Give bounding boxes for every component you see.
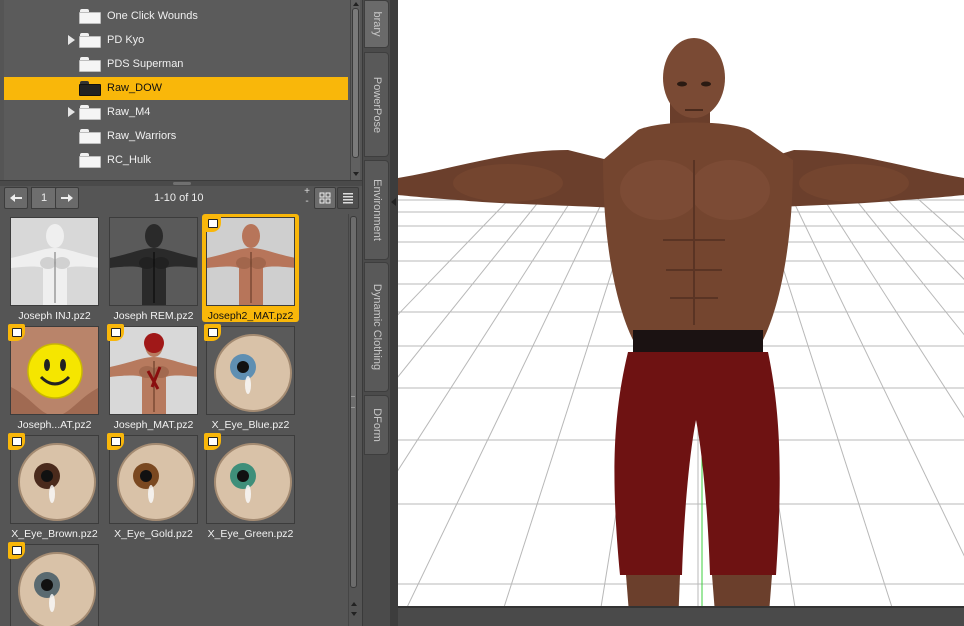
thumbnail-preview bbox=[206, 435, 295, 524]
side-tab-label: DForm bbox=[370, 408, 383, 442]
expand-arrow-icon[interactable] bbox=[68, 35, 75, 45]
folder-tree-item-label: One Click Wounds bbox=[107, 10, 198, 22]
prev-page-button[interactable] bbox=[4, 187, 28, 209]
folder-tree-item[interactable]: One Click Wounds bbox=[4, 5, 348, 28]
folder-tree-item[interactable]: Raw_Warriors bbox=[4, 125, 348, 148]
viewport-bottom-frame bbox=[398, 606, 964, 626]
page-number-field[interactable]: 1 bbox=[31, 187, 57, 209]
library-panel: One Click Wounds PD Kyo PDS Superman Raw_DO… bbox=[0, 0, 362, 626]
thumbnail-preview bbox=[10, 217, 99, 306]
folder-icon bbox=[79, 33, 101, 48]
folder-tree-item-label: Raw_M4 bbox=[107, 106, 151, 118]
pager-toolbar: 1 1-10 of 10 + - bbox=[4, 187, 360, 211]
folder-icon bbox=[79, 129, 101, 144]
side-tab[interactable]: DForm bbox=[364, 395, 389, 455]
thumbnail-label: Joseph_MAT.pz2 bbox=[113, 419, 194, 431]
thumbnail-item[interactable]: Joseph_MAT.pz2 bbox=[105, 323, 202, 431]
thumbnail-item[interactable]: X_Eye_Gold.pz2 bbox=[105, 432, 202, 540]
collapse-arrow-icon[interactable] bbox=[391, 198, 396, 206]
thumbnail-item[interactable] bbox=[6, 541, 103, 626]
panel-collapse-strip[interactable] bbox=[390, 0, 398, 626]
folder-tree-item[interactable]: Raw_M4 bbox=[4, 101, 348, 124]
thumbnail-preview bbox=[109, 435, 198, 524]
thumbnail-preview bbox=[10, 544, 99, 626]
folder-icon bbox=[79, 81, 101, 96]
side-tab-bar: brary PowerPose Environment Dynamic Clothin… bbox=[362, 0, 390, 626]
scroll-down-arrow-icon[interactable] bbox=[353, 172, 359, 176]
thumbnail-label: X_Eye_Brown.pz2 bbox=[11, 528, 98, 540]
folder-icon bbox=[79, 153, 101, 168]
folder-tree-item[interactable]: Raw_DOW bbox=[4, 77, 348, 100]
scroll-up-arrow-icon[interactable] bbox=[353, 2, 359, 6]
thumbnail-preview bbox=[206, 217, 295, 306]
page-count-label: 1-10 of 10 bbox=[154, 192, 204, 204]
scrollbar-grip[interactable] bbox=[351, 396, 355, 408]
viewport-scene bbox=[398, 38, 964, 626]
folder-tree-item-label: PD Kyo bbox=[107, 34, 145, 46]
thumbnail-item[interactable]: Joseph2_MAT.pz2 bbox=[202, 214, 299, 322]
thumbnail-label: Joseph...AT.pz2 bbox=[17, 419, 92, 431]
next-page-button[interactable] bbox=[55, 187, 79, 209]
thumbnail-label: Joseph INJ.pz2 bbox=[18, 310, 91, 322]
thumbnail-item[interactable]: Joseph...AT.pz2 bbox=[6, 323, 103, 431]
zoom-out-button[interactable]: - bbox=[302, 197, 312, 207]
folder-tree-item[interactable]: RC_Hulk bbox=[4, 149, 348, 172]
side-tab-label: PowerPose bbox=[370, 76, 383, 133]
side-tab-label: Environment bbox=[370, 179, 383, 241]
scroll-down-arrow-icon[interactable] bbox=[351, 612, 357, 616]
3d-viewport[interactable] bbox=[398, 0, 964, 626]
male-figure-model bbox=[398, 38, 964, 626]
list-view-button[interactable] bbox=[337, 187, 359, 209]
thumbnail-preview bbox=[10, 326, 99, 415]
thumbnail-item[interactable]: X_Eye_Blue.pz2 bbox=[202, 323, 299, 431]
folder-tree-item-label: Raw_DOW bbox=[107, 82, 163, 94]
list-view-icon bbox=[343, 193, 353, 204]
folder-tree-item[interactable]: PDS Superman bbox=[4, 53, 348, 76]
grid-view-icon bbox=[319, 192, 331, 204]
folder-tree: One Click Wounds PD Kyo PDS Superman Raw_DO… bbox=[4, 0, 350, 180]
thumbnail-scrollbar[interactable] bbox=[348, 214, 358, 626]
thumbnail-label: X_Eye_Green.pz2 bbox=[207, 528, 294, 540]
thumbnail-preview bbox=[206, 326, 295, 415]
side-tab[interactable]: brary bbox=[364, 0, 389, 48]
thumbnail-label: X_Eye_Gold.pz2 bbox=[114, 528, 193, 540]
side-tab[interactable]: Environment bbox=[364, 160, 389, 260]
folder-tree-item-label: Raw_Warriors bbox=[107, 130, 177, 142]
side-tab[interactable]: Dynamic Clothing bbox=[364, 262, 389, 392]
thumbnail-label: Joseph2_MAT.pz2 bbox=[207, 310, 294, 322]
thumbnail-preview bbox=[109, 217, 198, 306]
splitter-grip[interactable] bbox=[173, 182, 191, 185]
folder-icon bbox=[79, 9, 101, 24]
folder-icon bbox=[79, 105, 101, 120]
side-tab[interactable]: PowerPose bbox=[364, 52, 389, 157]
thumbnail-preview bbox=[10, 435, 99, 524]
folder-tree-item-label: RC_Hulk bbox=[107, 154, 152, 166]
thumbnail-label: X_Eye_Blue.pz2 bbox=[211, 419, 290, 431]
grid-view-button[interactable] bbox=[314, 187, 336, 209]
folder-icon bbox=[79, 57, 101, 72]
thumbnail-item[interactable]: X_Eye_Green.pz2 bbox=[202, 432, 299, 540]
folder-tree-scrollbar[interactable] bbox=[350, 0, 360, 180]
side-tab-label: Dynamic Clothing bbox=[370, 283, 383, 371]
thumbnail-label: Joseph REM.pz2 bbox=[113, 310, 194, 322]
thumbnail-size-stepper[interactable]: + - bbox=[302, 187, 312, 209]
thumbnail-grid: Joseph INJ.pz2 Joseph REM.pz2 Joseph2_MAT.… bbox=[6, 214, 346, 626]
thumbnail-item[interactable]: Joseph INJ.pz2 bbox=[6, 214, 103, 322]
expand-arrow-icon[interactable] bbox=[68, 107, 75, 117]
arrow-right-icon bbox=[61, 194, 73, 202]
thumbnail-item[interactable]: X_Eye_Brown.pz2 bbox=[6, 432, 103, 540]
scrollbar-thumb[interactable] bbox=[352, 8, 359, 158]
side-tab-label: brary bbox=[370, 11, 383, 37]
thumbnail-preview bbox=[109, 326, 198, 415]
arrow-left-icon bbox=[10, 194, 22, 202]
folder-tree-item-label: PDS Superman bbox=[107, 58, 184, 70]
folder-tree-item[interactable]: PD Kyo bbox=[4, 29, 348, 52]
scroll-up-arrow-icon[interactable] bbox=[351, 602, 357, 606]
app-window: One Click Wounds PD Kyo PDS Superman Raw_DO… bbox=[0, 0, 964, 626]
thumbnail-item[interactable]: Joseph REM.pz2 bbox=[105, 214, 202, 322]
